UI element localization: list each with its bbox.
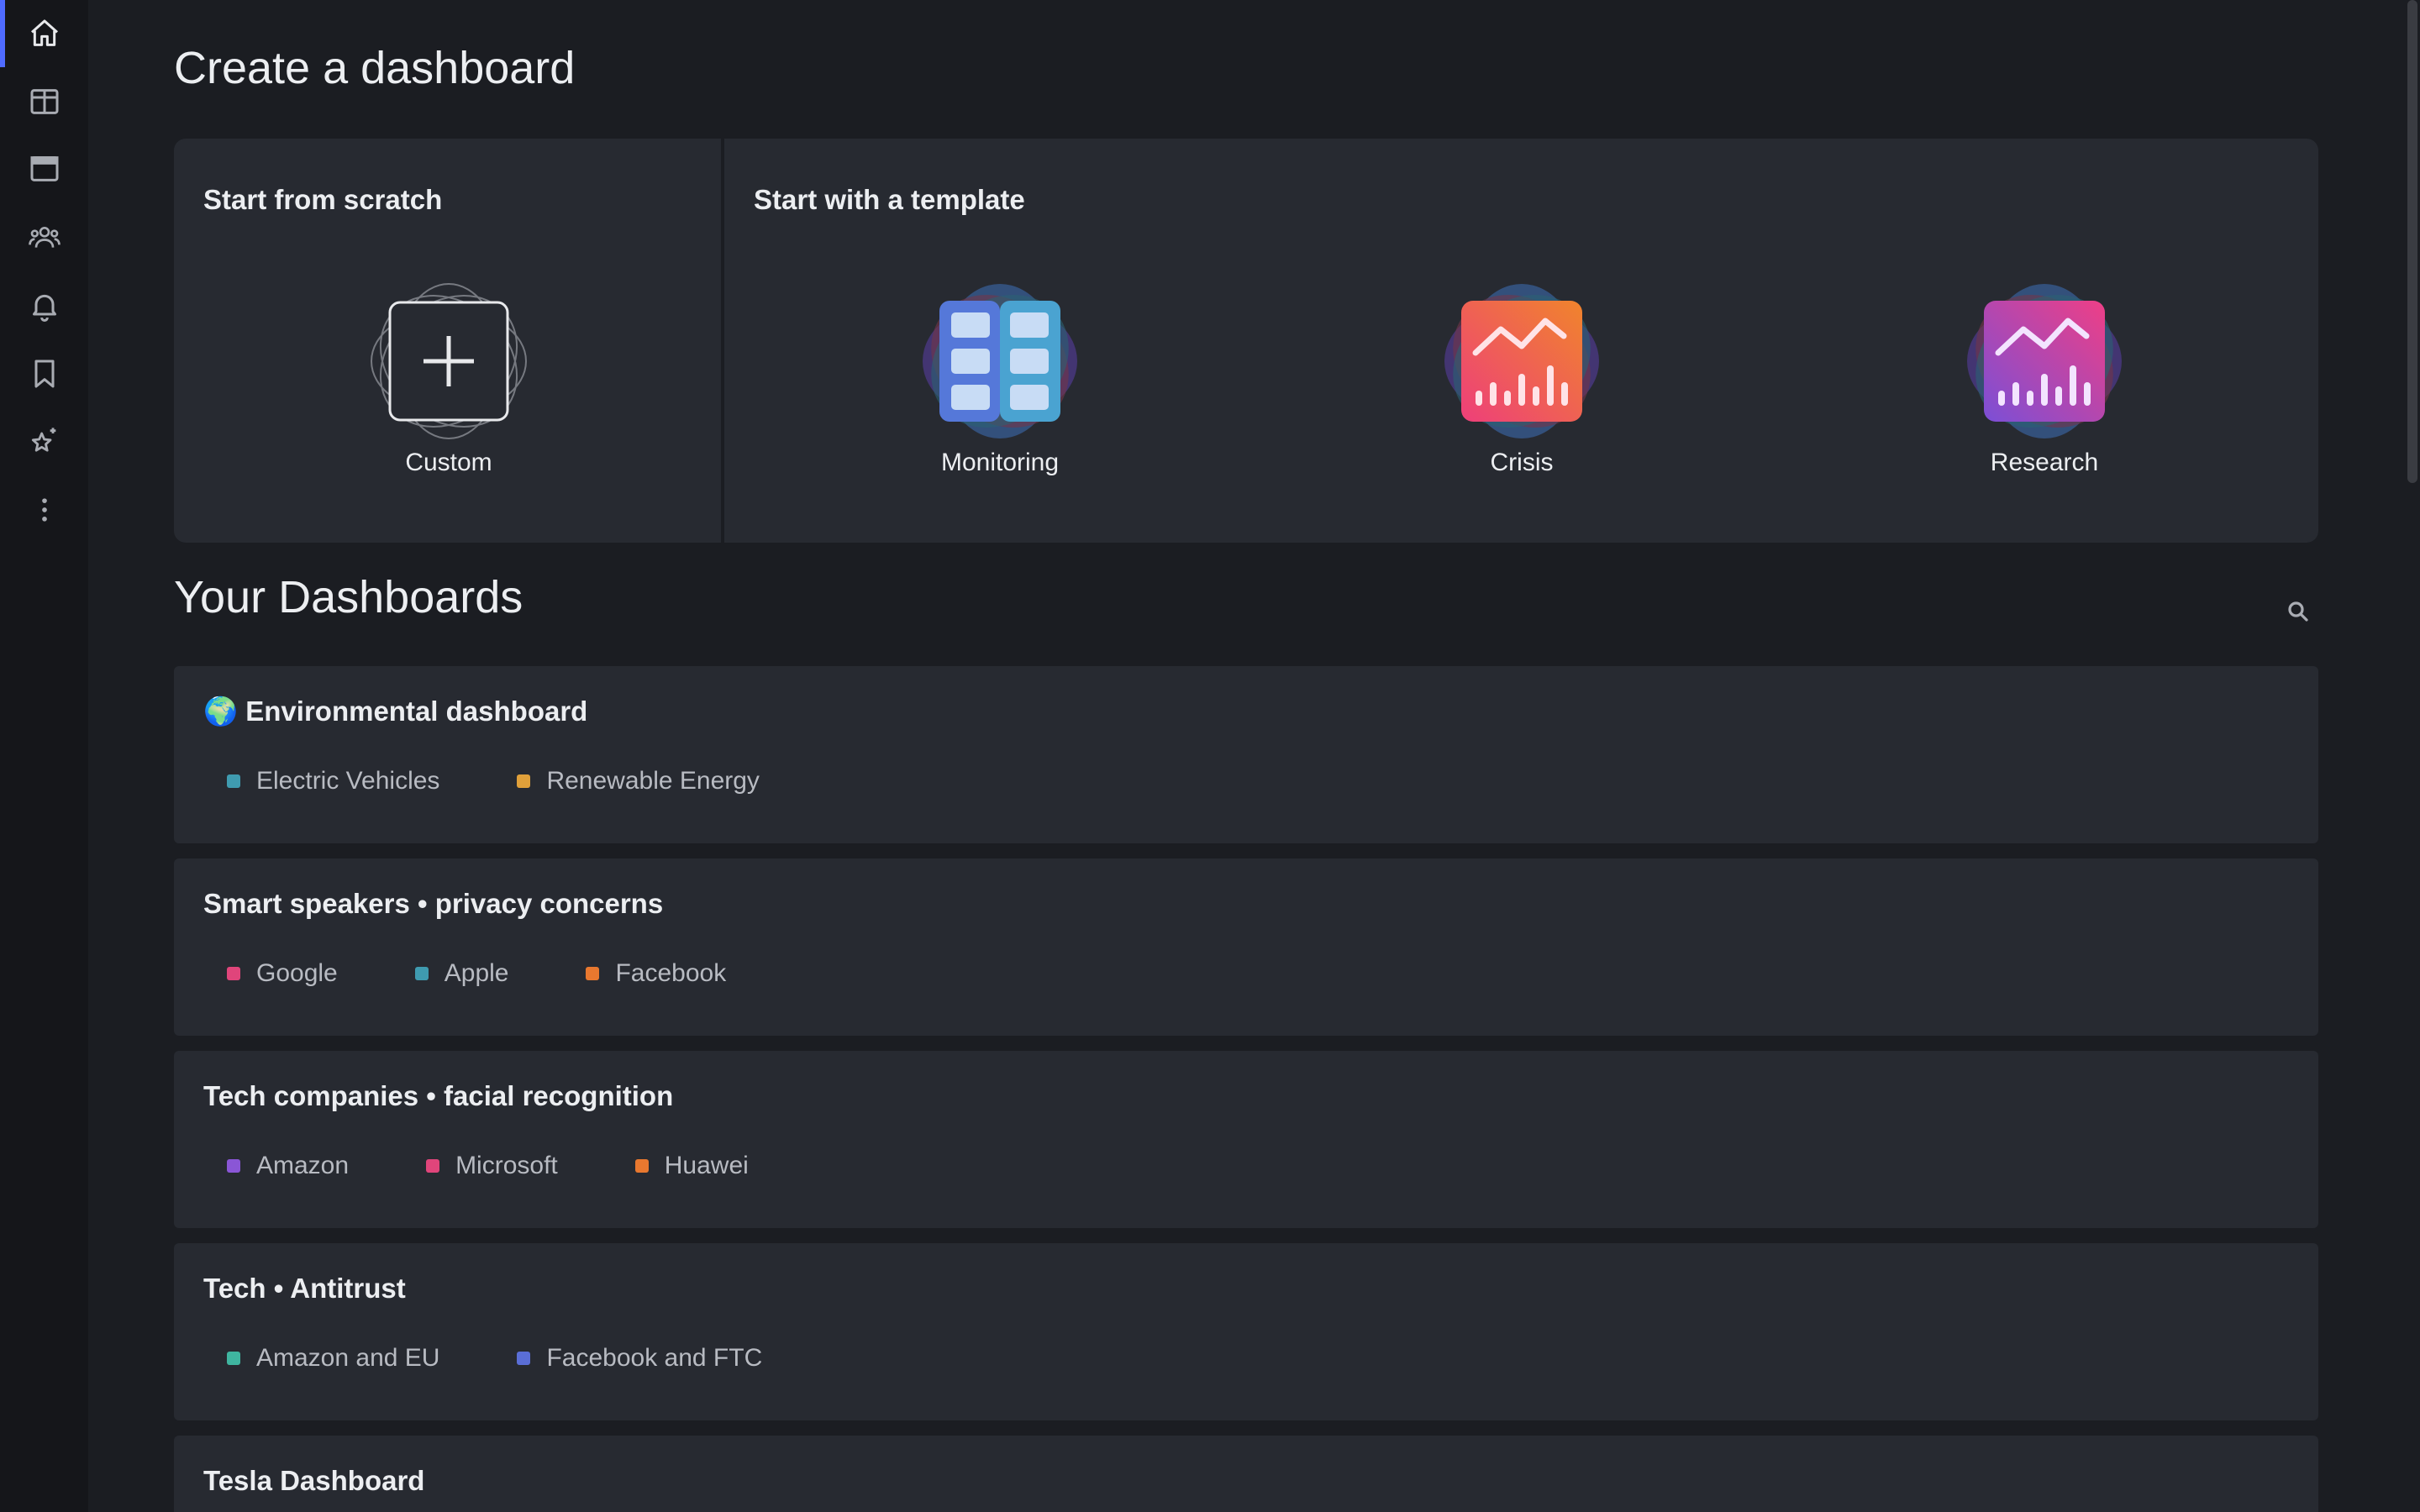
dashboard-title-text: Environmental dashboard [245, 696, 588, 727]
template-heading: Start with a template [754, 184, 1025, 215]
sparkle-star-icon[interactable] [0, 417, 88, 467]
dashboard-tags: Electric Vehicles Renewable Energy [227, 767, 837, 795]
dashboard-card[interactable]: Tesla Dashboard [174, 1436, 2318, 1512]
tag-label: Microsoft [455, 1152, 558, 1179]
template-research[interactable]: Research [1944, 277, 2145, 477]
tag-color-dot [227, 967, 240, 980]
template-label: Research [1990, 449, 2099, 476]
panels-icon[interactable] [0, 76, 88, 127]
template-monitoring[interactable]: Monitoring [899, 277, 1101, 477]
dashboard-tags: Amazon Microsoft Huawei [227, 1152, 826, 1180]
template-label: Custom [405, 449, 492, 476]
dashboard-title: Tech • Antitrust [203, 1273, 406, 1304]
tag-label: Electric Vehicles [256, 767, 440, 795]
panel-divider [721, 139, 724, 543]
tag-label: Apple [444, 959, 509, 987]
dashboard-title: 🌍 Environmental dashboard [203, 696, 587, 728]
dashboard-tags: Amazon and EU Facebook and FTC [227, 1344, 839, 1373]
dashboard-title: Smart speakers • privacy concerns [203, 888, 664, 919]
research-chart-icon [1960, 277, 2128, 445]
tag-label: Amazon [256, 1152, 350, 1179]
search-icon[interactable] [2275, 588, 2322, 635]
tag-color-dot [586, 967, 600, 980]
dashboard-card[interactable]: Tech companies • facial recognition Amaz… [174, 1051, 2318, 1228]
bell-icon[interactable] [0, 281, 88, 331]
tag-color-dot [414, 967, 429, 980]
tag-color-dot [426, 1159, 440, 1173]
crisis-chart-icon [1438, 277, 1606, 445]
dashboard-tag: Huawei [634, 1152, 749, 1180]
your-dashboards-title: Your Dashboards [174, 572, 523, 622]
tag-label: Amazon and EU [256, 1344, 440, 1372]
tag-label: Google [256, 959, 338, 987]
tag-color-dot [517, 774, 531, 788]
tag-label: Renewable Energy [546, 767, 760, 795]
dashboard-tag: Google [227, 959, 338, 988]
tag-label: Huawei [664, 1152, 749, 1179]
dashboard-tag: Facebook [586, 959, 726, 988]
dashboard-card[interactable]: Smart speakers • privacy concerns Google… [174, 858, 2318, 1036]
home-icon[interactable] [0, 8, 88, 59]
tag-color-dot [517, 1352, 531, 1365]
bookmark-icon[interactable] [0, 349, 88, 399]
tag-color-dot [227, 1159, 240, 1173]
sidebar-nav [0, 0, 88, 1512]
tag-color-dot [227, 1352, 240, 1365]
dashboard-tag: Microsoft [426, 1152, 558, 1180]
tag-color-dot [227, 774, 240, 788]
dashboard-tag: Amazon [227, 1152, 349, 1180]
template-label: Crisis [1490, 449, 1554, 476]
scratch-heading: Start from scratch [203, 184, 443, 215]
globe-emoji-icon: 🌍 [203, 696, 239, 727]
create-dashboard-panel: Start from scratch Start with a template [174, 139, 2318, 543]
dashboard-tag: Apple [414, 959, 509, 988]
tag-color-dot [634, 1159, 649, 1173]
template-label: Monitoring [940, 449, 1060, 476]
scrollbar-thumb[interactable] [2407, 0, 2417, 483]
dashboard-tags: Google Apple Facebook [227, 959, 803, 988]
scrollbar[interactable] [2403, 0, 2420, 1512]
tag-label: Facebook and FTC [546, 1344, 763, 1372]
monitoring-grid-icon [916, 277, 1084, 445]
dashboard-tag: Renewable Energy [517, 767, 760, 795]
plus-icon [365, 277, 533, 445]
template-custom[interactable]: Custom [348, 277, 550, 477]
template-crisis[interactable]: Crisis [1421, 277, 1623, 477]
dashboard-tag: Facebook and FTC [517, 1344, 762, 1373]
users-icon[interactable] [0, 213, 88, 263]
tag-label: Facebook [615, 959, 727, 987]
dashboard-tag: Electric Vehicles [227, 767, 439, 795]
dashboard-card[interactable]: 🌍 Environmental dashboard Electric Vehic… [174, 666, 2318, 843]
more-vertical-icon[interactable] [0, 485, 88, 535]
dashboard-card[interactable]: Tech • Antitrust Amazon and EU Facebook … [174, 1243, 2318, 1420]
dashboard-title: Tech companies • facial recognition [203, 1080, 674, 1111]
dashboard-tag: Amazon and EU [227, 1344, 439, 1373]
page-title: Create a dashboard [174, 43, 576, 93]
window-icon[interactable] [0, 144, 88, 194]
dashboard-title: Tesla Dashboard [203, 1465, 425, 1496]
